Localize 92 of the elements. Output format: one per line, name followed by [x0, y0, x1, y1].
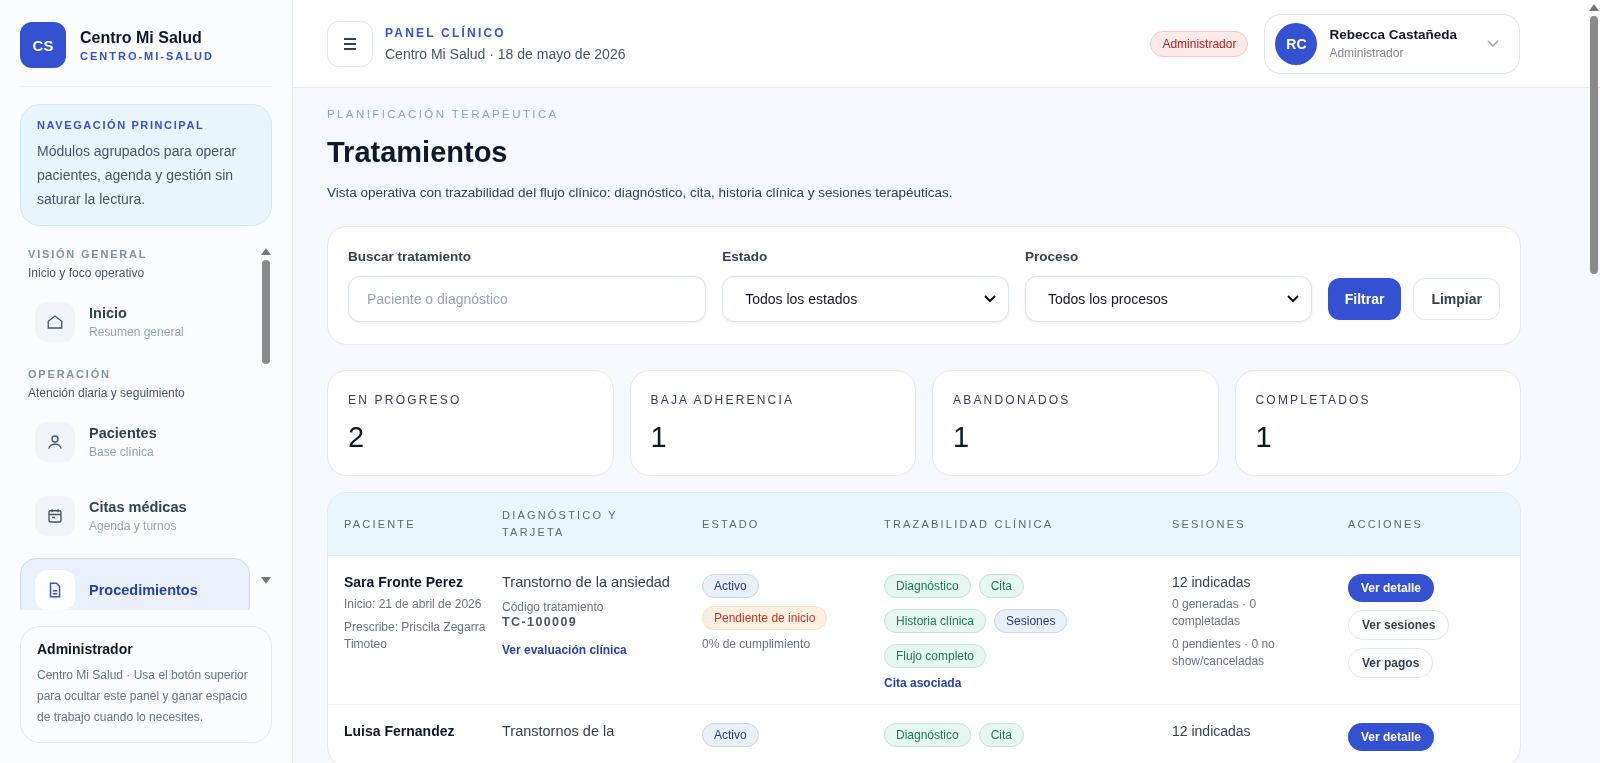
nav-section-title: VISIÓN GENERAL — [28, 248, 149, 260]
trace-tag: Diagnóstico — [884, 723, 971, 747]
stat-label: ABANDONADOS — [953, 393, 1072, 407]
nav-item-label: Citas médicas — [89, 499, 187, 515]
column-header: ACCIONES — [1348, 516, 1425, 532]
trace-tag: Cita — [978, 723, 1025, 747]
action-button[interactable]: Ver detalle — [1348, 574, 1435, 602]
appointment-link[interactable]: Cita asociada — [884, 676, 962, 690]
start-date: Inicio: 21 de abril de 2026 — [344, 596, 482, 613]
brand-name: Centro Mi Salud — [80, 28, 203, 47]
field-label: Proceso — [1024, 249, 1080, 264]
nav-item-label: Procedimientos — [89, 582, 198, 598]
select-field[interactable]: Todos los procesos — [1024, 276, 1312, 322]
code-label: Código tratamiento — [502, 600, 604, 614]
action-button[interactable]: Ver pagos — [1348, 648, 1434, 678]
role-badge: Administrador — [1150, 30, 1249, 57]
nav-item[interactable]: Procedimientos — [20, 558, 250, 610]
brand-slug: CENTRO-MI-SALUD — [80, 49, 214, 62]
nav-item[interactable]: Inicio Resumen general — [20, 290, 250, 354]
user-menu[interactable]: RC Rebecca Castañeda Administrador — [1264, 13, 1520, 74]
diagnosis: Transtornos de la — [502, 723, 615, 739]
intro-title: NAVEGACIÓN PRINCIPAL — [37, 119, 206, 131]
nav-item-label: Pacientes — [89, 425, 157, 441]
intro-text: Módulos agrupados para operar pacientes, agenda y gestión sin saturar la lectura. — [37, 142, 238, 209]
stat-label: BAJA ADHERENCIA — [650, 393, 796, 407]
nav-item-subtitle: Base clínica — [89, 445, 155, 459]
header-eyebrow: PANEL CLÍNICO — [385, 25, 507, 40]
nav-item[interactable]: Pacientes Base clínica — [20, 410, 250, 474]
evaluation-link[interactable]: Ver evaluación clínica — [502, 643, 627, 657]
stat-value: 2 — [348, 421, 366, 454]
column-header: ESTADO — [702, 516, 761, 532]
stat-label: EN PROGRESO — [348, 393, 463, 407]
patient-name: Luisa Fernandez — [344, 723, 455, 739]
action-button[interactable]: Ver sesiones — [1348, 610, 1450, 640]
column-header: DIAGNÓSTICO Y TARJETA — [502, 508, 619, 540]
select-field[interactable]: Todos los estados — [722, 276, 1009, 322]
column-header: TRAZABILIDAD CLÍNICA — [884, 516, 1055, 532]
page-title: Tratamientos — [327, 136, 509, 169]
menu-button[interactable] — [327, 20, 373, 67]
column-header: SESIONES — [1172, 516, 1247, 532]
scrollbar-drawing[interactable] — [260, 246, 272, 586]
nav-item[interactable]: Citas médicas Agenda y turnos — [20, 484, 250, 548]
trace-tag: Sesiones — [994, 609, 1068, 633]
user-role: Administrador — [1329, 46, 1405, 60]
clear-button[interactable]: Limpiar — [1413, 278, 1500, 320]
patient-name: Sara Fronte Perez — [344, 574, 464, 590]
user-icon — [46, 433, 64, 451]
search-field[interactable]: Paciente o diagnóstico — [348, 276, 707, 322]
brand-logo: CS — [20, 22, 66, 68]
trace-tag: Cita — [978, 574, 1025, 598]
stat-value: 1 — [1255, 421, 1273, 454]
diagnosis: Transtorno de la ansiedad — [502, 574, 670, 590]
page-description: Vista operativa con trazabilidad del flujo clínico: diagnóstico, cita, historia clínica y sesiones terapéuticas. — [327, 185, 954, 200]
trace-tag: Flujo completo — [884, 644, 987, 668]
treatment-code: TC-100009 — [502, 615, 578, 629]
sessions-detail: 0 generadas · 0 completadas — [1172, 596, 1258, 630]
chevron-down-icon — [983, 295, 996, 303]
page-eyebrow: PLANIFICACIÓN TERAPÉUTICA — [327, 108, 560, 120]
chevron-down-icon — [1286, 295, 1299, 303]
stat-value: 1 — [650, 421, 668, 454]
sessions-detail: 0 pendientes · 0 no show/canceladas — [1172, 636, 1276, 670]
nav-item-subtitle: Resumen general — [89, 325, 184, 339]
stat-value: 1 — [953, 421, 971, 454]
chevron-down-icon — [1487, 39, 1499, 48]
compliance-text: 0% de cumplimiento — [702, 636, 811, 653]
nav-item-subtitle: Agenda y turnos — [89, 519, 178, 533]
nav-item-label: Inicio — [89, 305, 128, 321]
nav-section-title: OPERACIÓN — [28, 368, 112, 380]
field-label: Estado — [722, 249, 769, 264]
status-badge: Activo — [702, 574, 759, 598]
column-header: PACIENTE — [344, 516, 417, 532]
prescriber: Prescribe: Priscila Zegarra Timoteo — [344, 619, 486, 653]
filter-button[interactable]: Filtrar — [1327, 278, 1402, 320]
menu-icon — [342, 36, 358, 51]
status-badge: Activo — [702, 723, 759, 747]
footer-text: Centro Mi Salud · Usa el botón superior para ocultar este panel y ganar espacio de trabajo cuando lo necesites. — [37, 667, 249, 726]
trace-tag: Historia clínica — [884, 609, 987, 633]
user-name: Rebecca Castañeda — [1329, 27, 1457, 42]
nav-section-subtitle: Atención diaria y seguimiento — [28, 386, 186, 400]
status-badge: Pendiente de inicio — [702, 606, 828, 630]
sessions-count: 12 indicadas — [1172, 574, 1251, 590]
calendar-icon — [46, 507, 64, 525]
user-avatar: RC — [1275, 22, 1318, 65]
action-button[interactable]: Ver detalle — [1348, 723, 1435, 751]
stat-label: COMPLETADOS — [1255, 393, 1372, 407]
home-icon — [46, 313, 64, 331]
nav-section-subtitle: Inicio y foco operativo — [28, 266, 146, 280]
header-subtitle: Centro Mi Salud · 18 de mayo de 2026 — [385, 45, 627, 62]
field-label: Buscar tratamiento — [348, 249, 473, 264]
sessions-count: 12 indicadas — [1172, 723, 1251, 739]
footer-title: Administrador — [37, 641, 134, 657]
trace-tag: Diagnóstico — [884, 574, 971, 598]
